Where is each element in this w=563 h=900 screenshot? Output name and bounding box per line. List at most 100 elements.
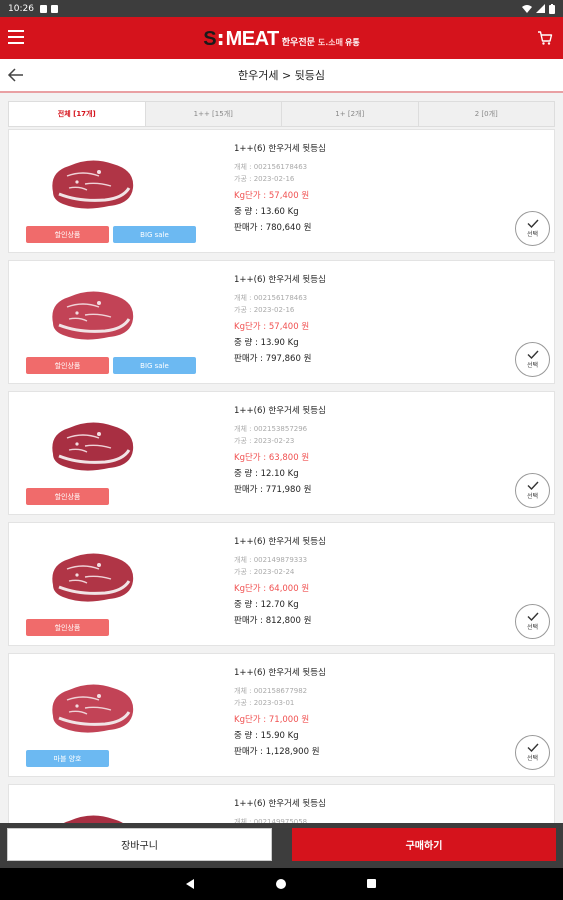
checkmark-icon bbox=[527, 481, 539, 490]
select-button[interactable]: 선택 bbox=[515, 211, 550, 246]
select-label: 선택 bbox=[526, 493, 539, 500]
product-unit-price: Kg단가 : 64,000 원 bbox=[234, 584, 310, 594]
product-card[interactable]: 마블 양호 1++(6) 한우거세 뒷등심개체 : 002158677982 가공 … bbox=[8, 653, 555, 777]
wifi-icon bbox=[522, 4, 532, 13]
product-weight: 중 량 : 12.10 Kg bbox=[234, 469, 299, 479]
product-unit-price: Kg단가 : 57,400 원 bbox=[234, 191, 310, 201]
select-button[interactable]: 선택 bbox=[515, 604, 550, 639]
product-total-price: 판매가 : 1,128,900 원 bbox=[234, 747, 320, 757]
product-weight: 중 량 : 12.70 Kg bbox=[234, 600, 299, 610]
product-list[interactable]: 전체 [17개] 1++ [15개] 1+ [2개] 2 [0개] 할인상품 BIG s… bbox=[0, 95, 563, 823]
nav-home-icon[interactable] bbox=[276, 879, 286, 889]
cart-icon[interactable] bbox=[537, 30, 553, 46]
nav-recent-icon[interactable] bbox=[367, 879, 376, 888]
product-name: 1++(6) 한우거세 뒷등심 bbox=[234, 275, 326, 285]
product-name: 1++(6) 한우거세 뒷등심 bbox=[234, 537, 326, 547]
sd-card-icon bbox=[50, 4, 58, 13]
product-badge: BIG sale bbox=[113, 357, 196, 374]
add-to-cart-button[interactable]: 장바구니 bbox=[7, 828, 272, 861]
product-unit-price: Kg단가 : 57,400 원 bbox=[234, 322, 310, 332]
notification-icon bbox=[39, 4, 47, 13]
product-serial: 개체 : 002149975058 bbox=[234, 818, 308, 823]
product-info: 1++(6) 한우거세 뒷등심개체 : 002149975058 bbox=[234, 797, 494, 823]
product-name: 1++(6) 한우거세 뒷등심 bbox=[234, 668, 326, 678]
page-header: 한우거세 > 뒷등심 bbox=[0, 59, 563, 93]
bottom-action-bar: 장바구니 구매하기 bbox=[0, 823, 563, 868]
select-label: 선택 bbox=[526, 624, 539, 631]
product-serial: 개체 : 002149879333 bbox=[234, 556, 308, 564]
product-unit-price: Kg단가 : 63,800 원 bbox=[234, 453, 310, 463]
product-badge: 할인상품 bbox=[26, 488, 109, 505]
product-total-price: 판매가 : 771,980 원 bbox=[234, 485, 312, 495]
meat-thumbnail-image[interactable] bbox=[39, 273, 147, 357]
logo-s: S bbox=[203, 27, 217, 50]
product-card[interactable]: 할인상품 BIG sale 1++(6) 한우거세 뒷등심 개체 : 00215617… bbox=[8, 260, 555, 384]
product-info: 1++(6) 한우거세 뒷등심개체 : 002149879333 가공 : 202… bbox=[234, 535, 494, 626]
app-screen: 10:26 S : MEAT 한우전문 도.소매 유통 한우거세 > 뒷등심 전… bbox=[0, 0, 563, 900]
hamburger-icon-line bbox=[8, 36, 24, 38]
select-label: 선택 bbox=[526, 755, 539, 762]
logo-colon: : bbox=[216, 25, 225, 50]
meat-thumbnail-image[interactable] bbox=[39, 535, 147, 619]
status-right-icons bbox=[522, 3, 555, 14]
product-weight: 중 량 : 13.60 Kg bbox=[234, 207, 299, 217]
logo-subtitle: 한우전문 bbox=[281, 37, 315, 48]
product-weight: 중 량 : 15.90 Kg bbox=[234, 731, 299, 741]
product-card[interactable]: 할인상품 1++(6) 한우거세 뒷등심개체 : 002153857296 가공 :… bbox=[8, 391, 555, 515]
product-card[interactable]: 할인상품 1++(6) 한우거세 뒷등심개체 : 002149879333 가공 :… bbox=[8, 522, 555, 646]
menu-button[interactable] bbox=[8, 29, 24, 45]
hamburger-icon-line bbox=[8, 30, 24, 32]
meat-thumbnail-image[interactable] bbox=[39, 142, 147, 226]
product-info: 1++(6) 한우거세 뒷등심개체 : 002153857296 가공 : 202… bbox=[234, 404, 494, 495]
product-card[interactable]: 1++(6) 한우거세 뒷등심개체 : 002149975058 bbox=[8, 784, 555, 823]
product-serial: 개체 : 002156178463 bbox=[234, 294, 308, 302]
product-info: 1++(6) 한우거세 뒷등심개체 : 002158677982 가공 : 202… bbox=[234, 666, 494, 757]
tab-0[interactable]: 전체 [17개] bbox=[9, 102, 146, 126]
system-nav-bar bbox=[0, 868, 563, 900]
product-name: 1++(6) 한우거세 뒷등심 bbox=[234, 144, 326, 154]
product-date: 가공 : 2023-03-01 bbox=[234, 699, 295, 707]
product-name: 1++(6) 한우거세 뒷등심 bbox=[234, 799, 326, 809]
nav-back-icon[interactable] bbox=[186, 879, 194, 889]
meat-thumbnail-image[interactable] bbox=[39, 404, 147, 488]
select-button[interactable]: 선택 bbox=[515, 342, 550, 377]
select-label: 선택 bbox=[526, 362, 539, 369]
tab-2[interactable]: 1+ [2개] bbox=[282, 102, 419, 126]
meat-thumbnail-image[interactable] bbox=[39, 666, 147, 750]
product-date: 가공 : 2023-02-23 bbox=[234, 437, 295, 445]
product-date: 가공 : 2023-02-24 bbox=[234, 568, 295, 576]
product-badge: 할인상품 bbox=[26, 619, 109, 636]
product-name: 1++(6) 한우거세 뒷등심 bbox=[234, 406, 326, 416]
product-info: 1++(6) 한우거세 뒷등심 개체 : 002156178463 가공 : 202… bbox=[234, 142, 494, 233]
select-button[interactable]: 선택 bbox=[515, 473, 550, 508]
page-title: 한우거세 > 뒷등심 bbox=[237, 69, 326, 82]
product-card[interactable]: 할인상품 BIG sale 1++(6) 한우거세 뒷등심 개체 : 00215617… bbox=[8, 129, 555, 253]
checkmark-icon bbox=[527, 743, 539, 752]
logo-subtitle-3: 유통 bbox=[345, 37, 360, 47]
meat-thumbnail-image[interactable] bbox=[39, 797, 147, 823]
select-label: 선택 bbox=[526, 231, 539, 238]
product-weight: 중 량 : 13.90 Kg bbox=[234, 338, 299, 348]
status-bar: 10:26 bbox=[0, 0, 563, 17]
product-badge: 마블 양호 bbox=[26, 750, 109, 767]
select-button[interactable]: 선택 bbox=[515, 735, 550, 770]
checkmark-icon bbox=[527, 612, 539, 621]
brand-logo[interactable]: S : MEAT 한우전문 도.소매 유통 bbox=[203, 26, 360, 51]
product-serial: 개체 : 002153857296 bbox=[234, 425, 308, 433]
logo-meat: MEAT bbox=[225, 27, 280, 50]
product-serial: 개체 : 002156178463 bbox=[234, 163, 308, 171]
checkmark-icon bbox=[527, 219, 539, 228]
tab-1[interactable]: 1++ [15개] bbox=[146, 102, 282, 126]
product-unit-price: Kg단가 : 71,000 원 bbox=[234, 715, 310, 725]
top-app-bar: S : MEAT 한우전문 도.소매 유통 bbox=[0, 17, 563, 59]
buy-button[interactable]: 구매하기 bbox=[292, 828, 556, 861]
product-total-price: 판매가 : 780,640 원 bbox=[234, 223, 312, 233]
product-badge: BIG sale bbox=[113, 226, 196, 243]
battery-icon bbox=[549, 3, 555, 14]
logo-subtitle-2: 도.소매 bbox=[317, 37, 344, 47]
product-serial: 개체 : 002158677982 bbox=[234, 687, 308, 695]
signal-icon bbox=[536, 4, 545, 13]
arrow-left-icon[interactable] bbox=[6, 66, 26, 84]
tab-3[interactable]: 2 [0개] bbox=[419, 102, 555, 126]
hamburger-icon-line bbox=[8, 42, 24, 44]
